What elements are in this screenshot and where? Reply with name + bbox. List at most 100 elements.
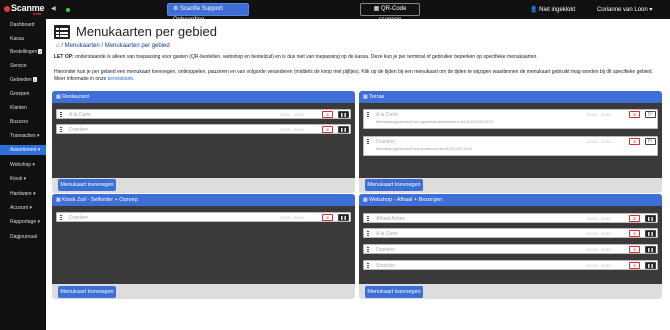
sidebar-item-transacties[interactable]: Transacties ▾	[0, 131, 46, 141]
clock-status[interactable]: 👤 Niet ingeklokt	[530, 6, 575, 13]
home-icon[interactable]: ⌂	[56, 43, 60, 49]
menu-row: Afhaal Acties 00:00 - 23:59 ⊘ ❚❚	[363, 213, 658, 223]
user-clock-icon: 👤	[530, 7, 538, 13]
add-menu-button[interactable]: Menukaart toevoegen	[365, 286, 423, 298]
kennisbank-link[interactable]: kennisbank	[108, 76, 133, 82]
sidebar-item-kassa[interactable]: Kassa	[0, 34, 46, 44]
menu-time[interactable]: 00:00 - 23:59	[587, 112, 611, 117]
page-title: Menukaarten per gebied	[76, 24, 217, 39]
pause-icon[interactable]: ❚❚	[338, 126, 349, 133]
sidebar-item-dagjournaal[interactable]: Dagjournaal	[0, 232, 46, 242]
gebieden-badge: 1	[32, 77, 37, 82]
pause-icon[interactable]: ❚❚	[645, 262, 656, 269]
sidebar-item-buzzers[interactable]: Buzzers	[0, 117, 46, 127]
menu-row: A la Carte 00:00 - 23:59 ⊘ ❚❚	[56, 109, 351, 119]
panel-body: Afhaal Acties 00:00 - 23:59 ⊘ ❚❚ A la Ca…	[359, 206, 662, 284]
drag-handle-icon[interactable]	[367, 112, 369, 117]
support-onboarding-button[interactable]: ⚙ Scanfie Support Onboarding	[167, 3, 249, 23]
unlink-icon[interactable]: ⊘	[322, 111, 333, 118]
drag-handle-icon[interactable]	[60, 215, 62, 220]
pause-icon[interactable]: ❚❚	[645, 246, 656, 253]
bestellingen-badge: 2	[38, 49, 43, 54]
beta-badge: beta	[33, 11, 42, 16]
drag-handle-icon[interactable]	[367, 139, 369, 144]
sidebar-item-klanten[interactable]: Klanten	[0, 103, 46, 113]
panel-header: Webshop - Afhaal + Bezorgen	[359, 194, 662, 206]
menu-name: Afhaal Acties	[376, 216, 405, 222]
unlink-icon[interactable]: ⊘	[629, 138, 640, 145]
menu-time[interactable]: 00:00 - 23:59	[280, 215, 304, 220]
drag-handle-icon[interactable]	[367, 247, 369, 252]
unlink-icon[interactable]: ⊘	[322, 126, 333, 133]
play-icon[interactable]: ▷	[645, 138, 656, 145]
pause-icon[interactable]: ❚❚	[645, 215, 656, 222]
pause-icon[interactable]: ❚❚	[338, 111, 349, 118]
unlink-icon[interactable]: ⊘	[629, 215, 640, 222]
unlink-icon[interactable]: ⊘	[629, 111, 640, 118]
menu-time[interactable]: 00:00 - 23:59	[587, 263, 611, 268]
menu-name: Dranken	[69, 127, 88, 133]
play-icon[interactable]: ▷	[645, 111, 656, 118]
panel-body: Dranken 00:00 - 23:59 ⊘ ❚❚	[52, 206, 355, 284]
unlink-icon[interactable]: ⊘	[629, 246, 640, 253]
sidebar-item-service[interactable]: Service	[0, 61, 46, 71]
panel-header: Kiosk Zuil - Selforder + Oproep	[52, 194, 355, 206]
menu-row: Snacktie 00:00 - 23:59 ⊘ ❚❚	[363, 260, 658, 270]
sidebar-item-dashboard[interactable]: Dashboard	[0, 20, 46, 30]
sidebar-item-kiosk[interactable]: Kiosk ▾	[0, 174, 46, 184]
menu-name: A la Carte	[376, 231, 398, 237]
sidebar-item-assortiment[interactable]: Assortiment ▾	[0, 145, 46, 155]
breadcrumb-sep: /	[61, 43, 63, 49]
area-panel-terras: Terras A la Carte 00:00 - 23:59 ⊘ ▷ Menu…	[359, 91, 662, 193]
drag-handle-icon[interactable]	[367, 231, 369, 236]
menu-time[interactable]: 00:00 - 23:59	[587, 139, 611, 144]
menu-time[interactable]: 00:00 - 23:59	[587, 231, 611, 236]
sidebar-item-rapportage[interactable]: Rapportage ▾	[0, 217, 46, 227]
menu-time[interactable]: 00:00 - 23:59	[587, 216, 611, 221]
menu-name: A la Carte	[376, 112, 398, 118]
menu-time[interactable]: 00:00 - 23:59	[280, 127, 304, 132]
drag-handle-icon[interactable]	[367, 263, 369, 268]
menu-name: Dranken	[69, 215, 88, 221]
unlink-icon[interactable]: ⊘	[629, 262, 640, 269]
sidebar-item-hardware[interactable]: Hardware ▾	[0, 189, 46, 199]
pause-note: Menukaart gepauzeerd door gijsstafcta sy…	[376, 120, 494, 124]
area-panel-kiosk: Kiosk Zuil - Selforder + Oproep Dranken …	[52, 194, 355, 299]
drag-handle-icon[interactable]	[60, 127, 62, 132]
sidebar: Dashboard Kassa Bestellingen 2 Service Ge…	[0, 19, 46, 330]
add-menu-button[interactable]: Menukaart toevoegen	[58, 286, 116, 298]
qr-scan-button[interactable]: ▦ QR-Code scannen	[360, 3, 420, 23]
menu-row: Dranken 00:00 - 23:59 ⊘ ❚❚	[56, 124, 351, 134]
add-menu-button[interactable]: Menukaart toevoegen	[365, 179, 423, 191]
menu-name: A la Carte	[69, 112, 91, 118]
menu-time[interactable]: 00:00 - 23:59	[280, 112, 304, 117]
pause-icon[interactable]: ❚❚	[338, 214, 349, 221]
sidebar-item-groepen[interactable]: Groepen	[0, 89, 46, 99]
add-menu-button[interactable]: Menukaart toevoegen	[58, 179, 116, 191]
menu-name: Dranken	[376, 247, 395, 253]
collapse-arrow-icon[interactable]: ◀	[51, 5, 56, 12]
online-status-icon	[66, 8, 70, 12]
unlink-icon[interactable]: ⊘	[629, 230, 640, 237]
menu-name: Dranken	[376, 139, 395, 145]
sidebar-item-account[interactable]: Account ▾	[0, 203, 46, 213]
menu-row: Dranken 00:00 - 23:59 ⊘ ❚❚	[56, 212, 351, 222]
drag-handle-icon[interactable]	[60, 112, 62, 117]
user-menu[interactable]: Corianne van Loon ▾	[597, 6, 652, 13]
panel-body: A la Carte 00:00 - 23:59 ⊘ ▷ Menukaart g…	[359, 103, 662, 178]
menu-row: A la Carte 00:00 - 23:59 ⊘ ❚❚	[363, 228, 658, 238]
drag-handle-icon[interactable]	[367, 216, 369, 221]
unlink-icon[interactable]: ⊘	[322, 214, 333, 221]
menu-grid-icon	[54, 25, 70, 39]
logo-dot-icon	[4, 6, 10, 12]
menu-name: Snacktie	[376, 263, 396, 269]
breadcrumb: ⌂ / Menukaarten / Menukaarten per gebied	[56, 43, 170, 49]
breadcrumb-menukaarten[interactable]: Menukaarten	[65, 43, 100, 49]
sidebar-item-bestellingen[interactable]: Bestellingen 2	[0, 47, 46, 57]
menu-time[interactable]: 00:00 - 23:59	[587, 247, 611, 252]
panel-header: Restaurant	[52, 91, 355, 103]
sidebar-item-webshop[interactable]: Webshop ▾	[0, 160, 46, 170]
area-panel-restaurant: Restaurant A la Carte 00:00 - 23:59 ⊘ ❚❚…	[52, 91, 355, 193]
pause-icon[interactable]: ❚❚	[645, 230, 656, 237]
sidebar-item-gebieden[interactable]: Gebieden 1	[0, 75, 46, 85]
